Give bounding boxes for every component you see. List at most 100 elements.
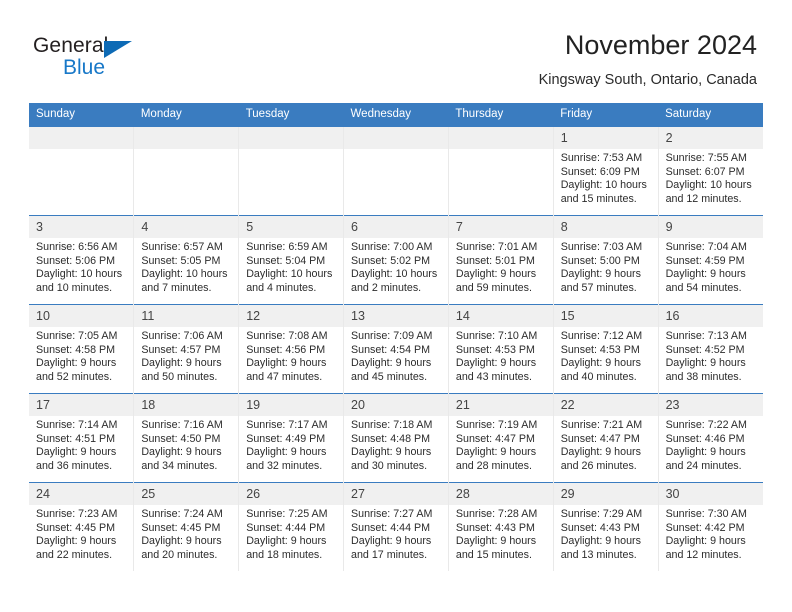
day-number (134, 127, 239, 149)
day-info (29, 149, 133, 152)
day-cell[interactable]: 6 Sunrise: 7:00 AM Sunset: 5:02 PM Dayli… (343, 215, 449, 305)
daylight-text: Daylight: 9 hours and 15 minutes. (455, 535, 537, 561)
day-cell[interactable] (447, 126, 554, 216)
day-cell[interactable]: 19 Sunrise: 7:17 AM Sunset: 4:49 PM Dayl… (238, 393, 344, 483)
day-number: 24 (29, 483, 134, 505)
day-cell[interactable]: 8 Sunrise: 7:03 AM Sunset: 5:00 PM Dayli… (552, 215, 659, 305)
sunset-text: Sunset: 4:47 PM (455, 432, 535, 445)
sunrise-text: Sunrise: 7:09 AM (351, 330, 433, 342)
day-cell[interactable]: 16 Sunrise: 7:13 AM Sunset: 4:52 PM Dayl… (657, 304, 763, 394)
daylight-text: Daylight: 9 hours and 26 minutes. (560, 446, 641, 472)
sunset-text: Sunset: 4:53 PM (455, 343, 535, 356)
page-header: General Blue November 2024 Kingsway Sout… (0, 0, 792, 100)
sunrise-text: Sunrise: 7:53 AM (560, 152, 643, 164)
day-number: 29 (553, 483, 658, 505)
day-cell[interactable]: 20 Sunrise: 7:18 AM Sunset: 4:48 PM Dayl… (343, 393, 449, 483)
day-info: Sunrise: 6:57 AM Sunset: 5:05 PM Dayligh… (134, 238, 238, 295)
sunrise-text: Sunrise: 7:16 AM (141, 419, 223, 431)
sunset-text: Sunset: 4:45 PM (141, 521, 221, 534)
day-cell[interactable]: 22 Sunrise: 7:21 AM Sunset: 4:47 PM Dayl… (552, 393, 659, 483)
day-info: Sunrise: 7:27 AM Sunset: 4:44 PM Dayligh… (344, 505, 448, 562)
day-number: 21 (448, 394, 553, 416)
day-info: Sunrise: 7:01 AM Sunset: 5:01 PM Dayligh… (449, 238, 553, 295)
daylight-text: Daylight: 9 hours and 32 minutes. (246, 446, 327, 472)
day-cell[interactable]: 4 Sunrise: 6:57 AM Sunset: 5:05 PM Dayli… (133, 215, 239, 305)
sunset-text: Sunset: 6:09 PM (560, 165, 640, 178)
day-cell[interactable]: 29 Sunrise: 7:29 AM Sunset: 4:43 PM Dayl… (552, 482, 659, 571)
daylight-text: Daylight: 9 hours and 18 minutes. (246, 535, 327, 561)
daylight-text: Daylight: 9 hours and 12 minutes. (665, 535, 746, 561)
day-info (239, 149, 343, 152)
day-cell[interactable]: 17 Sunrise: 7:14 AM Sunset: 4:51 PM Dayl… (29, 393, 134, 483)
sunrise-text: Sunrise: 7:08 AM (246, 330, 328, 342)
day-cell[interactable]: 14 Sunrise: 7:10 AM Sunset: 4:53 PM Dayl… (447, 304, 554, 394)
daylight-text: Daylight: 10 hours and 15 minutes. (560, 179, 647, 205)
daylight-text: Daylight: 9 hours and 54 minutes. (665, 268, 746, 294)
day-cell[interactable]: 9 Sunrise: 7:04 AM Sunset: 4:59 PM Dayli… (657, 215, 763, 305)
sunset-text: Sunset: 5:00 PM (560, 254, 640, 267)
day-cell[interactable]: 25 Sunrise: 7:24 AM Sunset: 4:45 PM Dayl… (133, 482, 239, 571)
weekday-header-row: Sunday Monday Tuesday Wednesday Thursday… (29, 103, 763, 127)
sunset-text: Sunset: 5:04 PM (246, 254, 326, 267)
day-cell[interactable]: 26 Sunrise: 7:25 AM Sunset: 4:44 PM Dayl… (238, 482, 344, 571)
sunrise-text: Sunrise: 7:19 AM (455, 419, 538, 431)
sunrise-text: Sunrise: 7:28 AM (455, 508, 538, 520)
sunrise-text: Sunrise: 7:24 AM (141, 508, 223, 520)
day-cell[interactable] (133, 126, 239, 216)
logo-triangle-icon (104, 41, 132, 58)
day-number: 4 (134, 216, 239, 238)
day-number: 5 (239, 216, 344, 238)
day-cell[interactable]: 10 Sunrise: 7:05 AM Sunset: 4:58 PM Dayl… (29, 304, 134, 394)
day-cell[interactable]: 23 Sunrise: 7:22 AM Sunset: 4:46 PM Dayl… (657, 393, 763, 483)
sunset-text: Sunset: 4:53 PM (560, 343, 640, 356)
day-cell[interactable]: 2 Sunrise: 7:55 AM Sunset: 6:07 PM Dayli… (657, 126, 763, 216)
daylight-text: Daylight: 9 hours and 43 minutes. (455, 357, 537, 383)
day-number: 20 (344, 394, 448, 416)
daylight-text: Daylight: 9 hours and 47 minutes. (246, 357, 327, 383)
daylight-text: Daylight: 9 hours and 20 minutes. (141, 535, 222, 561)
daylight-text: Daylight: 9 hours and 22 minutes. (36, 535, 117, 561)
day-number: 3 (29, 216, 134, 238)
daylight-text: Daylight: 9 hours and 59 minutes. (455, 268, 537, 294)
page-subtitle: Kingsway South, Ontario, Canada (538, 72, 757, 88)
daylight-text: Daylight: 10 hours and 2 minutes. (351, 268, 438, 294)
day-cell[interactable] (29, 126, 134, 216)
day-info: Sunrise: 7:16 AM Sunset: 4:50 PM Dayligh… (134, 416, 238, 473)
sunrise-text: Sunrise: 7:23 AM (36, 508, 118, 520)
day-cell[interactable]: 21 Sunrise: 7:19 AM Sunset: 4:47 PM Dayl… (447, 393, 554, 483)
day-number: 26 (239, 483, 344, 505)
day-cell[interactable]: 18 Sunrise: 7:16 AM Sunset: 4:50 PM Dayl… (133, 393, 239, 483)
day-cell[interactable]: 15 Sunrise: 7:12 AM Sunset: 4:53 PM Dayl… (552, 304, 659, 394)
day-cell[interactable]: 13 Sunrise: 7:09 AM Sunset: 4:54 PM Dayl… (343, 304, 449, 394)
weekday-header-saturday: Saturday (658, 103, 763, 127)
day-info: Sunrise: 7:23 AM Sunset: 4:45 PM Dayligh… (29, 505, 133, 562)
day-cell[interactable]: 12 Sunrise: 7:08 AM Sunset: 4:56 PM Dayl… (238, 304, 344, 394)
day-cell[interactable] (238, 126, 344, 216)
day-cell[interactable]: 5 Sunrise: 6:59 AM Sunset: 5:04 PM Dayli… (238, 215, 344, 305)
sunset-text: Sunset: 4:56 PM (246, 343, 326, 356)
daylight-text: Daylight: 10 hours and 7 minutes. (141, 268, 228, 294)
sunrise-text: Sunrise: 6:56 AM (36, 241, 118, 253)
daylight-text: Daylight: 9 hours and 28 minutes. (455, 446, 537, 472)
daylight-text: Daylight: 10 hours and 12 minutes. (665, 179, 752, 205)
day-cell[interactable]: 11 Sunrise: 7:06 AM Sunset: 4:57 PM Dayl… (133, 304, 239, 394)
daylight-text: Daylight: 9 hours and 30 minutes. (351, 446, 432, 472)
day-cell[interactable]: 27 Sunrise: 7:27 AM Sunset: 4:44 PM Dayl… (343, 482, 449, 571)
day-cell[interactable]: 7 Sunrise: 7:01 AM Sunset: 5:01 PM Dayli… (447, 215, 554, 305)
day-cell[interactable]: 1 Sunrise: 7:53 AM Sunset: 6:09 PM Dayli… (552, 126, 659, 216)
day-number: 28 (448, 483, 553, 505)
day-cell[interactable]: 24 Sunrise: 7:23 AM Sunset: 4:45 PM Dayl… (29, 482, 134, 571)
day-cell[interactable]: 30 Sunrise: 7:30 AM Sunset: 4:42 PM Dayl… (657, 482, 763, 571)
day-info: Sunrise: 7:00 AM Sunset: 5:02 PM Dayligh… (344, 238, 448, 295)
day-number: 14 (448, 305, 553, 327)
day-info: Sunrise: 7:04 AM Sunset: 4:59 PM Dayligh… (659, 238, 763, 295)
sunset-text: Sunset: 4:46 PM (665, 432, 745, 445)
day-cell[interactable]: 3 Sunrise: 6:56 AM Sunset: 5:06 PM Dayli… (29, 215, 134, 305)
day-info: Sunrise: 7:53 AM Sunset: 6:09 PM Dayligh… (554, 149, 658, 206)
day-info: Sunrise: 7:19 AM Sunset: 4:47 PM Dayligh… (449, 416, 553, 473)
day-number (239, 127, 344, 149)
sunrise-text: Sunrise: 7:06 AM (141, 330, 223, 342)
day-cell[interactable]: 28 Sunrise: 7:28 AM Sunset: 4:43 PM Dayl… (447, 482, 554, 571)
day-cell[interactable] (343, 126, 449, 216)
sunset-text: Sunset: 4:49 PM (246, 432, 326, 445)
